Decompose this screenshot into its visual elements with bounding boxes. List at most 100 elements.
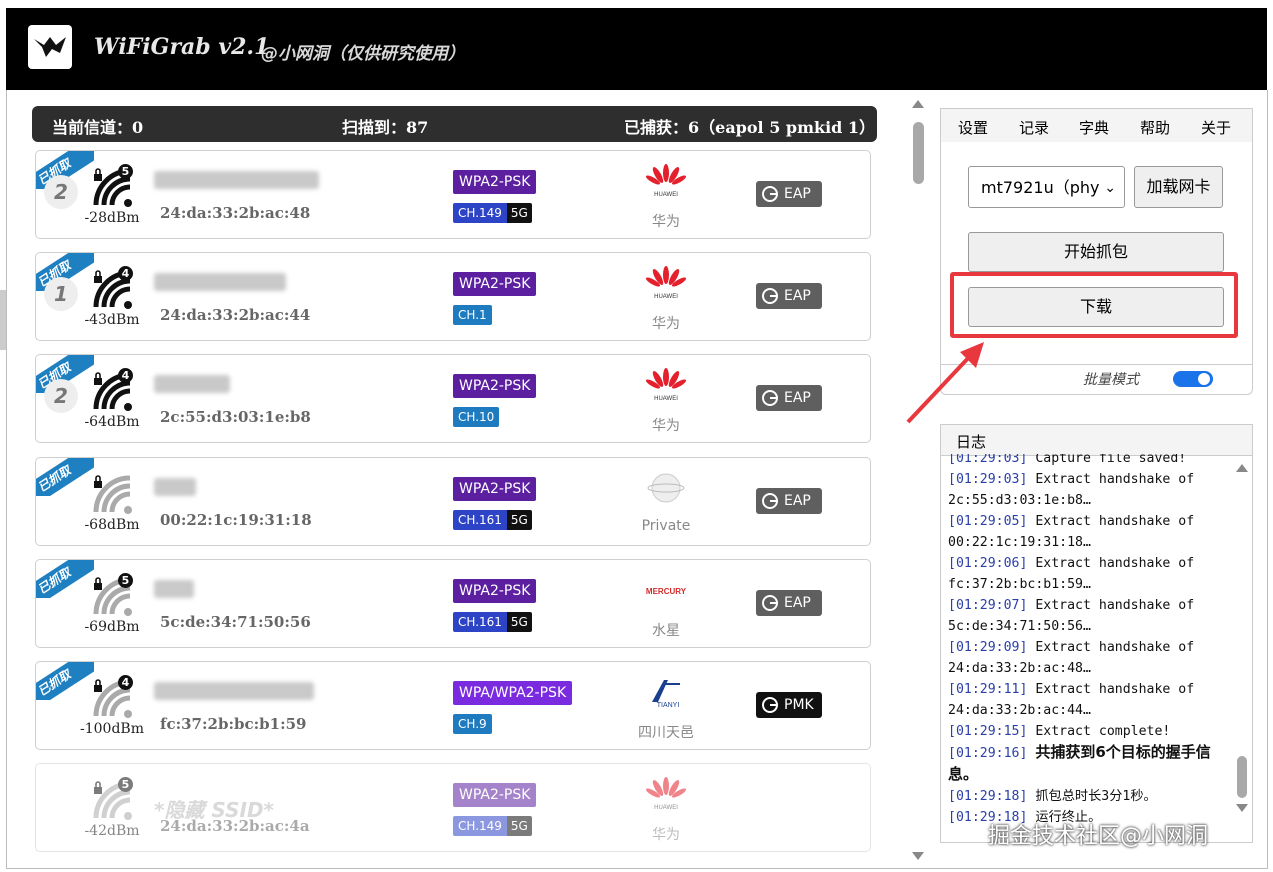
network-card[interactable]: 已抓取 -68dBm 00:22:1c:19:31:18 WPA2-PSK CH.16… xyxy=(35,457,871,546)
captured-ribbon-label: 已抓取 xyxy=(36,560,94,598)
log-entry: [01:29:03] Capture file saved! xyxy=(948,454,1218,469)
security-badge: WPA/WPA2-PSK xyxy=(453,681,573,705)
scroll-down-icon[interactable] xyxy=(1236,804,1248,812)
security-badge: WPA2-PSK xyxy=(453,272,537,296)
scroll-thumb[interactable] xyxy=(1237,756,1247,798)
log-time: [01:29:03] xyxy=(948,454,1028,466)
network-card[interactable]: 已抓取 2 4 -64dBm 2c:55:d3:03:1e:b8 WPA2-PSK CH.… xyxy=(35,354,871,443)
wifi-signal-icon xyxy=(93,475,132,514)
vendor-name: 四川天邑 xyxy=(638,725,694,741)
status-bar: 当前信道：0 扫描到：87 已捕获：6（eapol 5 pmkid 1） xyxy=(32,106,877,142)
tab-about[interactable]: 关于 xyxy=(1201,117,1231,138)
rank-badge: 2 xyxy=(44,175,78,209)
vendor-name: 华为 xyxy=(652,418,680,434)
bssid-mac: 5c:de:34:71:50:56 xyxy=(160,613,311,631)
scroll-up-icon[interactable] xyxy=(1236,464,1248,472)
network-list-scrollbar[interactable] xyxy=(912,100,924,860)
client-count-badge: 5 xyxy=(118,164,133,179)
channel-label: CH.10 xyxy=(453,407,500,427)
capture-type-badge: EAP xyxy=(756,283,822,309)
log-entry: [01:29:11] Extract handshake of 24:da:33… xyxy=(948,679,1218,721)
chevron-down-icon: ⌄ xyxy=(1104,180,1116,196)
log-entry: [01:29:18] 抓包总时长3分1秒。 xyxy=(948,786,1218,807)
scroll-up-icon[interactable] xyxy=(912,100,924,108)
log-time: [01:29:09] xyxy=(948,640,1028,655)
tab-settings[interactable]: 设置 xyxy=(958,117,988,138)
current-channel: 当前信道：0 xyxy=(52,118,144,137)
log-time: [01:29:07] xyxy=(948,598,1028,613)
svg-text:HUAWEI: HUAWEI xyxy=(654,294,678,300)
network-card[interactable]: 已抓取 5 -69dBm 5c:de:34:71:50:56 WPA2-PSK CH.1… xyxy=(35,559,871,648)
log-entry: [01:29:15] Extract complete! xyxy=(948,721,1218,742)
log-entry: [01:29:06] Extract handshake of fc:37:2b… xyxy=(948,553,1218,595)
scroll-down-icon[interactable] xyxy=(912,852,924,860)
nic-select-value: mt7921u（phy xyxy=(981,178,1100,197)
ssid-blurred xyxy=(154,580,194,598)
g-icon xyxy=(762,186,778,202)
nic-select[interactable]: mt7921u（phy ⌄ xyxy=(968,166,1125,208)
g-icon xyxy=(762,697,778,713)
svg-text:HUAWEI: HUAWEI xyxy=(654,192,678,198)
scanned-count: 扫描到：87 xyxy=(342,118,429,137)
bssid-mac: fc:37:2b:bc:b1:59 xyxy=(160,715,307,733)
g-icon xyxy=(762,595,778,611)
huawei-logo-icon: HUAWEI xyxy=(645,266,687,300)
channel-badge: CH.9 xyxy=(453,714,492,734)
network-card[interactable]: 5 -42dBm *隐藏 SSID* 24:da:33:2b:ac:4a WPA2-PS… xyxy=(35,763,871,852)
batch-mode-label: 批量模式 xyxy=(1083,372,1139,388)
channel-badge: CH.1 xyxy=(453,305,492,325)
batch-mode-toggle[interactable] xyxy=(1173,371,1213,387)
svg-text:HUAWEI: HUAWEI xyxy=(654,396,678,402)
log-time: [01:29:03] xyxy=(948,472,1028,487)
app-logo xyxy=(28,25,72,69)
vendor-name: Private xyxy=(641,518,691,534)
security-badge: WPA2-PSK xyxy=(453,783,537,807)
bssid-mac: 00:22:1c:19:31:18 xyxy=(160,511,312,529)
band-label: 5G xyxy=(506,612,532,632)
log-title: 日志 xyxy=(956,433,987,451)
captured-ribbon: 已抓取 xyxy=(36,560,94,598)
client-count-badge: 4 xyxy=(118,368,133,383)
log-time: [01:29:18] xyxy=(948,789,1028,804)
captured-count: 已捕获：6（eapol 5 pmkid 1） xyxy=(624,118,876,137)
signal-dbm: -28dBm xyxy=(84,210,140,226)
channel-badge: CH.149 5G xyxy=(453,203,532,223)
client-count-badge: 5 xyxy=(118,573,133,588)
capture-type-badge: EAP xyxy=(756,385,822,411)
tab-records[interactable]: 记录 xyxy=(1019,117,1049,138)
network-card[interactable]: 已抓取 1 4 -43dBm 24:da:33:2b:ac:44 WPA2-PSK CH.… xyxy=(35,252,871,341)
mercury-logo-icon: MERCURY xyxy=(646,587,687,596)
band-label: 5G xyxy=(506,203,532,223)
tianyi-logo-icon: TIANYI xyxy=(652,680,680,709)
log-text: 抓包总时长3分1秒。 xyxy=(1035,789,1157,804)
vendor-name: 华为 xyxy=(652,316,680,332)
network-card[interactable]: 已抓取 2 5 -28dBm 24:da:33:2b:ac:48 WPA2-PSK CH.… xyxy=(35,150,871,239)
log-entry: [01:29:16] 共捕获到6个目标的握手信息。 xyxy=(948,742,1218,786)
log-scrollbar[interactable] xyxy=(1236,460,1248,840)
svg-text:HUAWEI: HUAWEI xyxy=(654,805,678,811)
security-badge: WPA2-PSK xyxy=(453,170,537,194)
watermark: 掘金技术社区@小网洞 xyxy=(988,824,1209,849)
channel-badge: CH.149 5G xyxy=(453,816,532,836)
huawei-logo-icon: HUAWEI xyxy=(645,777,687,811)
channel-label: CH.1 xyxy=(453,305,492,325)
bssid-mac: 24:da:33:2b:ac:4a xyxy=(160,817,310,835)
start-capture-button[interactable]: 开始抓包 xyxy=(968,232,1224,272)
captured-ribbon: 已抓取 xyxy=(36,458,94,496)
captured-ribbon: 已抓取 xyxy=(36,662,94,700)
load-nic-button[interactable]: 加载网卡 xyxy=(1134,166,1223,208)
tab-help[interactable]: 帮助 xyxy=(1140,117,1170,138)
huawei-logo-icon: HUAWEI xyxy=(645,164,687,198)
client-count-badge: 5 xyxy=(118,777,133,792)
scroll-thumb[interactable] xyxy=(913,122,924,184)
g-icon xyxy=(762,288,778,304)
captured-ribbon-label: 已抓取 xyxy=(36,662,94,700)
ssid-blurred xyxy=(154,171,319,189)
network-card[interactable]: 已抓取 4 -100dBm fc:37:2b:bc:b1:59 WPA/WPA2-PS… xyxy=(35,661,871,750)
security-badge: WPA2-PSK xyxy=(453,374,537,398)
log-entry: [01:29:03] Extract handshake of 2c:55:d3… xyxy=(948,469,1218,511)
tab-dictionary[interactable]: 字典 xyxy=(1079,117,1109,138)
bssid-mac: 24:da:33:2b:ac:48 xyxy=(160,204,311,222)
app-subtitle: @小网洞（仅供研究使用） xyxy=(261,44,465,64)
security-badge: WPA2-PSK xyxy=(453,579,537,603)
